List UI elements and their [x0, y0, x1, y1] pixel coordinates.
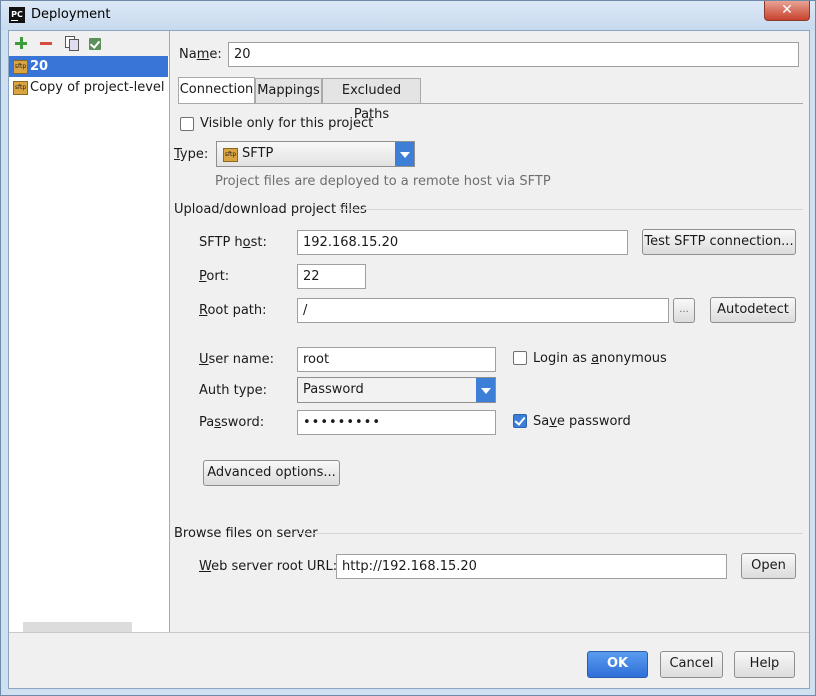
advanced-options-button[interactable]: Advanced options...	[203, 460, 340, 486]
remove-icon[interactable]	[38, 35, 54, 51]
footer-divider	[9, 632, 809, 633]
ok-button[interactable]: OK	[587, 651, 648, 678]
upload-section-title: Upload/download project files	[174, 202, 367, 217]
anonymous-label: Login as anonymous	[533, 351, 667, 366]
auth-type-label: Auth type:	[199, 383, 268, 398]
user-name-label: User name:	[199, 352, 275, 367]
dialog-client-area: sftp 20 sftp Copy of project-level se Na…	[8, 30, 810, 689]
type-label: Type:	[174, 147, 209, 162]
tab-mappings[interactable]: Mappings	[255, 78, 322, 103]
horizontal-scrollbar[interactable]	[23, 622, 132, 632]
chevron-down-icon[interactable]	[395, 142, 414, 166]
close-window-button[interactable]: ✕	[764, 1, 810, 21]
server-list-item[interactable]: sftp 20	[9, 56, 168, 77]
visible-only-label: Visible only for this project	[200, 116, 374, 131]
tab-excluded-paths[interactable]: Excluded Paths	[322, 78, 421, 122]
sftp-host-label: SFTP host:	[199, 235, 267, 250]
name-label: Name:	[179, 47, 222, 62]
use-as-default-icon[interactable]	[87, 35, 103, 51]
server-settings-panel: Name: 20 Connection Mappings Excluded Pa…	[169, 31, 809, 632]
web-root-url-field[interactable]: http://192.168.15.20	[336, 554, 727, 579]
visible-only-checkbox[interactable]	[180, 117, 194, 131]
pycharm-app-icon: PC	[9, 7, 25, 23]
test-connection-button[interactable]: Test SFTP connection...	[642, 229, 796, 255]
type-value: SFTP	[242, 146, 274, 161]
root-path-field[interactable]: /	[297, 298, 669, 323]
add-icon[interactable]	[13, 35, 29, 51]
chevron-down-icon[interactable]	[476, 378, 495, 402]
root-path-label: Root path:	[199, 303, 267, 318]
server-list-panel: sftp 20 sftp Copy of project-level se	[9, 31, 170, 632]
tab-strip-divider	[178, 103, 803, 104]
auth-type-dropdown[interactable]: Password	[297, 377, 496, 403]
close-icon: ✕	[781, 2, 793, 18]
sftp-icon: sftp	[13, 81, 28, 95]
port-label: Port:	[199, 269, 230, 284]
tab-connection[interactable]: Connection	[178, 77, 255, 104]
sftp-icon: sftp	[223, 148, 238, 162]
save-password-checkbox[interactable]	[513, 414, 527, 428]
server-list-toolbar	[9, 31, 169, 56]
autodetect-button[interactable]: Autodetect	[710, 297, 796, 323]
open-button[interactable]: Open	[741, 553, 796, 579]
title-bar[interactable]: PC Deployment ✕	[1, 1, 815, 30]
server-list-item[interactable]: sftp Copy of project-level se	[9, 77, 168, 98]
type-hint: Project files are deployed to a remote h…	[215, 174, 551, 189]
auth-type-value: Password	[303, 382, 364, 397]
web-root-label: Web server root URL:	[199, 559, 338, 574]
deployment-window: PC Deployment ✕ sftp 20 sftp Copy of pro…	[0, 0, 816, 696]
password-field[interactable]: •••••••••	[297, 410, 496, 435]
user-name-field[interactable]: root	[297, 347, 496, 372]
port-field[interactable]: 22	[297, 264, 366, 289]
copy-icon[interactable]	[63, 35, 79, 51]
anonymous-checkbox[interactable]	[513, 351, 527, 365]
sftp-icon: sftp	[13, 60, 28, 74]
section-divider	[295, 533, 803, 534]
sftp-host-field[interactable]: 192.168.15.20	[297, 230, 628, 255]
save-password-label: Save password	[533, 414, 631, 429]
browse-button[interactable]: ...	[673, 298, 695, 323]
section-divider	[339, 209, 803, 210]
server-name: Copy of project-level se	[30, 80, 168, 95]
window-title: Deployment	[31, 7, 111, 22]
type-dropdown[interactable]: sftp SFTP	[216, 141, 415, 167]
name-field[interactable]: 20	[228, 42, 799, 67]
password-label: Password:	[199, 415, 265, 430]
cancel-button[interactable]: Cancel	[660, 651, 723, 678]
server-name: 20	[30, 59, 49, 74]
help-button[interactable]: Help	[734, 651, 795, 678]
